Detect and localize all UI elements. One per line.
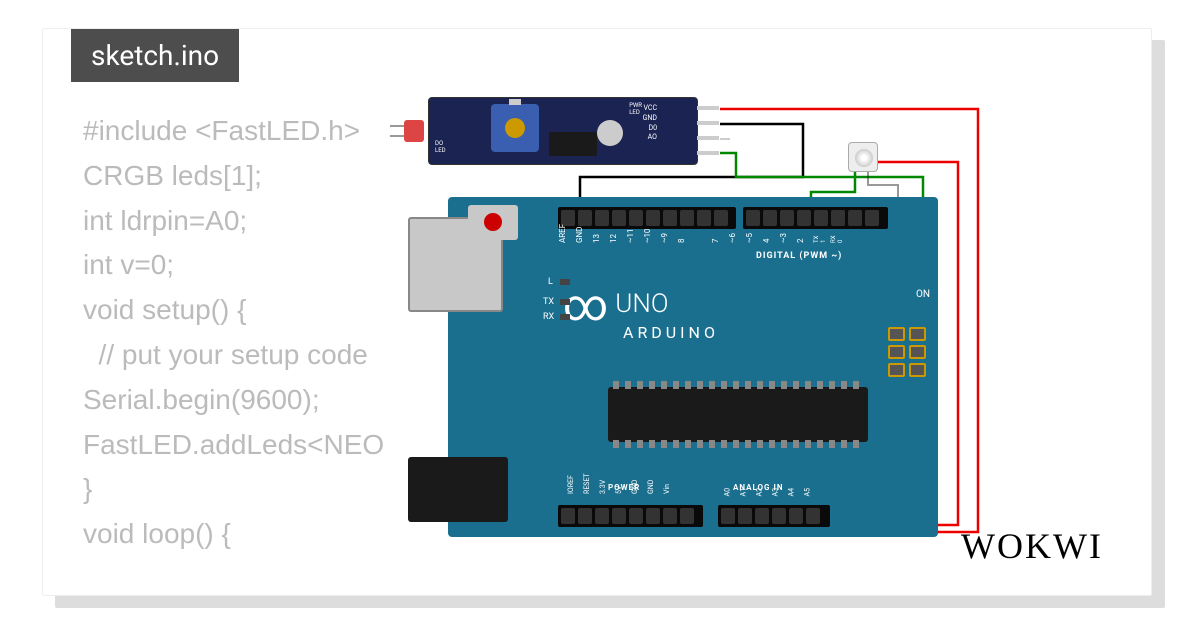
board-pcb (448, 197, 938, 537)
digital-header-left[interactable] (558, 207, 736, 229)
isp-header-icon (888, 327, 926, 377)
ldr-pwr-led-label: PWRLED (629, 102, 642, 116)
capacitor-icon (597, 120, 623, 146)
comparator-chip-icon (549, 132, 597, 156)
atmega-chip-icon (608, 387, 868, 442)
power-jack-icon (408, 457, 508, 522)
analog-header[interactable] (718, 505, 830, 527)
editor-card: sketch.ino #include <FastLED.h> CRGB led… (42, 28, 1152, 596)
tx-led-icon (560, 299, 570, 305)
reset-button[interactable] (468, 205, 518, 240)
ldr-output-pins (697, 106, 719, 166)
analog-section-label: ANALOG IN (733, 483, 783, 492)
ldr-sensor-module[interactable]: DOLED VCC GND D0 AO PWRLED (428, 97, 698, 165)
potentiometer-icon[interactable] (491, 104, 539, 152)
power-section-label: POWER (608, 483, 640, 492)
power-header[interactable] (558, 505, 703, 527)
filename: sketch.ino (91, 39, 219, 72)
ldr-photoresistor-icon (404, 120, 424, 142)
digital-section-label: DIGITAL (PWM ~) (756, 251, 842, 261)
digital-header-right[interactable] (743, 207, 888, 229)
pin-labels-top: AREF GND 13 12 ~11 ~10 ~9 8 7 ~6 ~5 4 ~3… (561, 232, 841, 246)
infinity-icon: ∞ (563, 279, 603, 331)
rx-led-icon (560, 314, 570, 320)
l-led-icon (560, 279, 570, 285)
arduino-logo: ∞UNO ARDUINO (563, 279, 719, 342)
wokwi-logo: WOKWI (961, 525, 1103, 567)
neopixel-led[interactable] (848, 142, 878, 172)
on-led-label: ON (916, 289, 930, 300)
ldr-pin-labels: VCC GND D0 AO (643, 104, 657, 143)
file-tab[interactable]: sketch.ino (71, 29, 239, 82)
rx-led-label: RX (543, 312, 554, 322)
tx-led-label: TX (543, 297, 554, 307)
ldr-do-led-label: DOLED (435, 140, 446, 154)
l-led-label: L (548, 277, 553, 287)
arduino-uno-board[interactable]: AREF GND 13 12 ~11 ~10 ~9 8 7 ~6 ~5 4 ~3… (408, 197, 938, 537)
circuit-diagram[interactable]: DOLED VCC GND D0 AO PWRLED (358, 97, 1038, 547)
